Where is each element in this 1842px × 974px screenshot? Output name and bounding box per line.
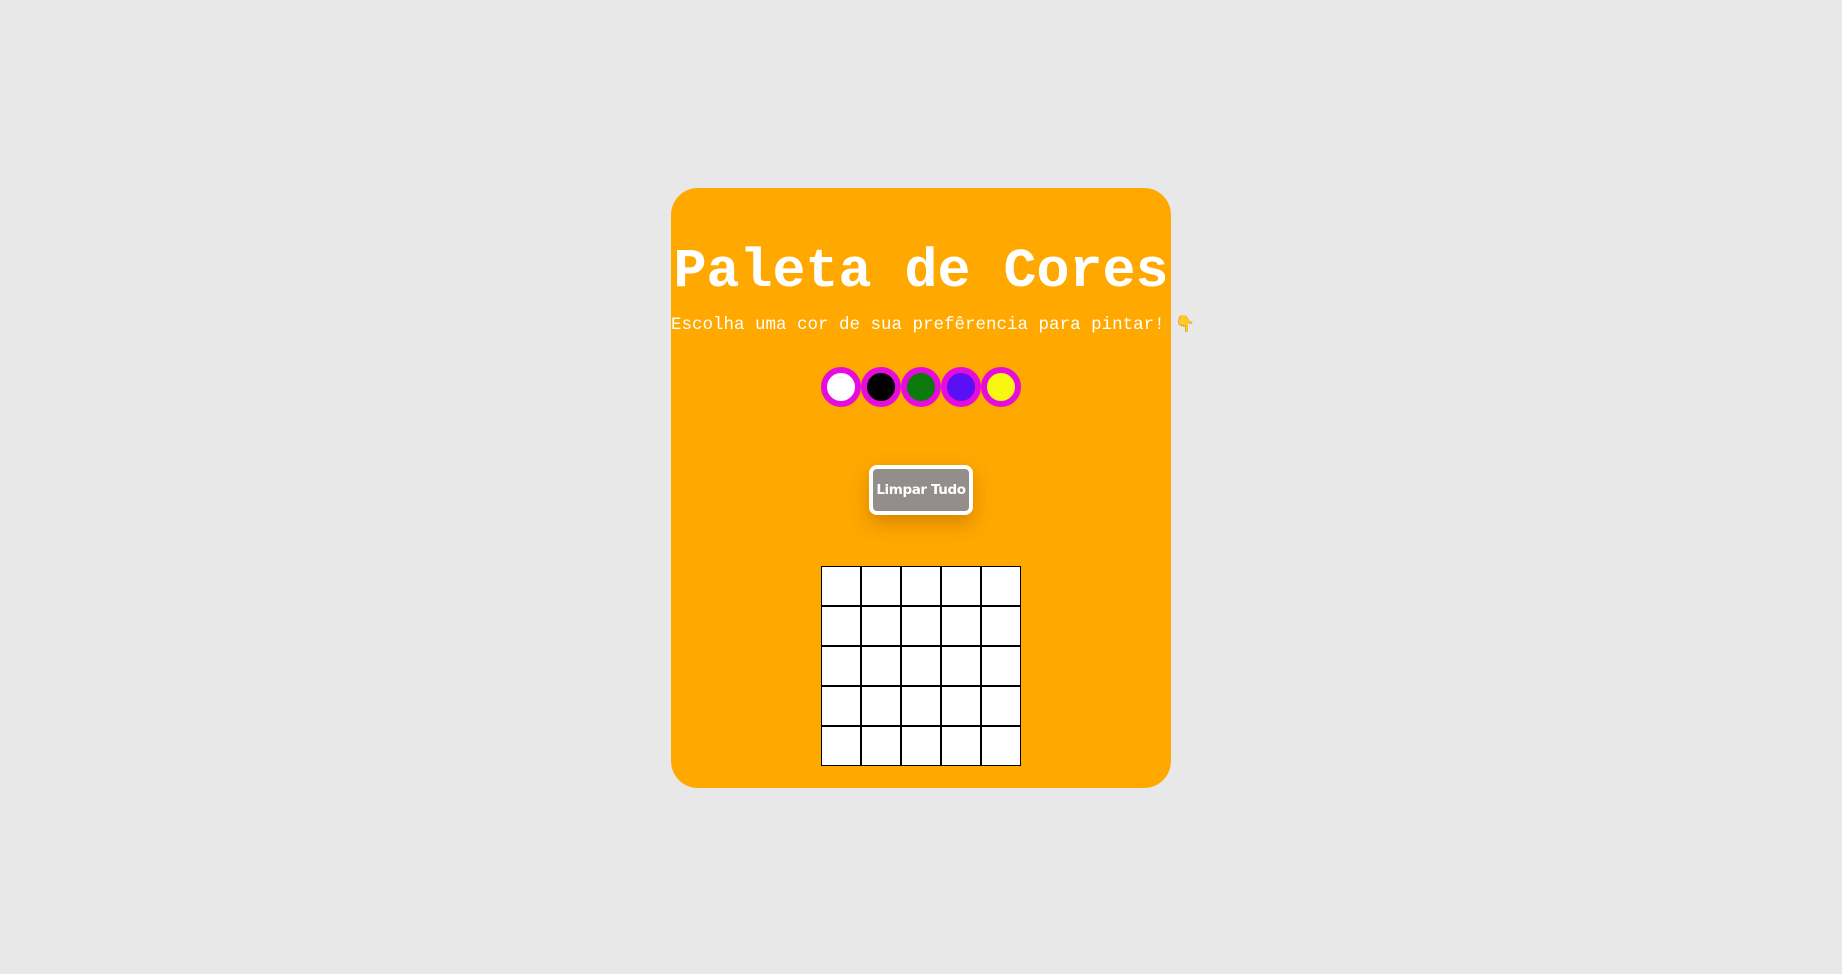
pixel-cell[interactable] — [821, 566, 861, 606]
pixel-cell[interactable] — [861, 726, 901, 766]
pixel-cell[interactable] — [901, 606, 941, 646]
subtitle-text: Escolha uma cor de sua prefêrencia para … — [671, 315, 1165, 335]
color-swatch[interactable] — [821, 367, 861, 407]
pixel-cell[interactable] — [861, 646, 901, 686]
page-subtitle: Escolha uma cor de sua prefêrencia para … — [671, 314, 1195, 336]
pixel-cell[interactable] — [981, 726, 1021, 766]
pixel-cell[interactable] — [941, 646, 981, 686]
pixel-cell[interactable] — [861, 606, 901, 646]
pixel-cell[interactable] — [821, 686, 861, 726]
page-title: Paleta de Cores — [673, 240, 1169, 303]
color-swatch[interactable] — [861, 367, 901, 407]
pixel-cell[interactable] — [941, 686, 981, 726]
pixel-cell[interactable] — [901, 646, 941, 686]
pixel-cell[interactable] — [901, 686, 941, 726]
pixel-cell[interactable] — [821, 646, 861, 686]
pixel-cell[interactable] — [861, 566, 901, 606]
palette-card: Paleta de Cores Escolha uma cor de sua p… — [671, 188, 1195, 788]
pixel-cell[interactable] — [901, 726, 941, 766]
pointing-down-icon: 👇 — [1175, 314, 1196, 333]
pixel-cell[interactable] — [821, 726, 861, 766]
color-swatch[interactable] — [941, 367, 981, 407]
pixel-board — [821, 566, 1021, 766]
pixel-cell[interactable] — [861, 686, 901, 726]
color-swatch[interactable] — [981, 367, 1021, 407]
pixel-cell[interactable] — [981, 686, 1021, 726]
pixel-cell[interactable] — [981, 606, 1021, 646]
color-palette — [821, 367, 1021, 407]
pixel-cell[interactable] — [981, 646, 1021, 686]
pixel-cell[interactable] — [981, 566, 1021, 606]
color-swatch[interactable] — [901, 367, 941, 407]
pixel-cell[interactable] — [941, 566, 981, 606]
pixel-cell[interactable] — [941, 606, 981, 646]
pixel-cell[interactable] — [821, 606, 861, 646]
pixel-cell[interactable] — [901, 566, 941, 606]
clear-board-button[interactable]: Limpar Tudo — [869, 465, 973, 515]
pixel-cell[interactable] — [941, 726, 981, 766]
